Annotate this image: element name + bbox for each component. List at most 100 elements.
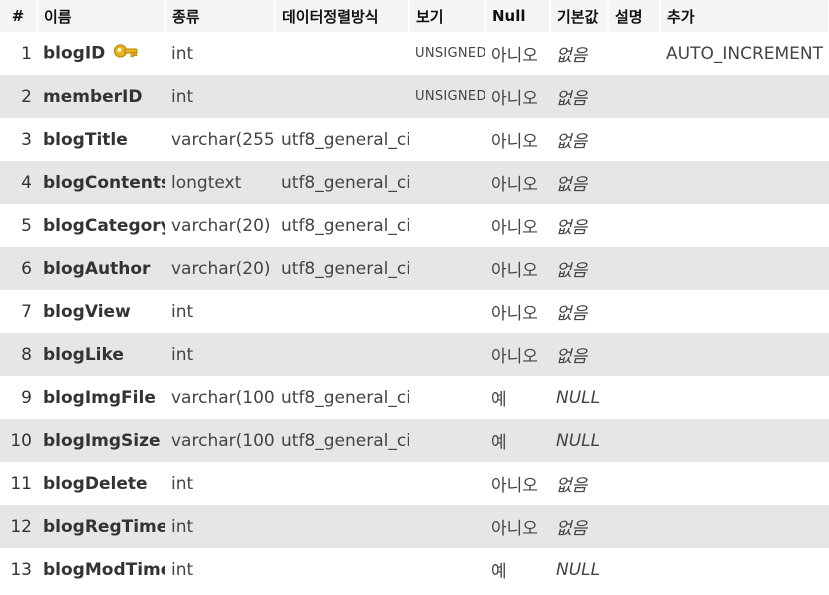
extra-cell: [660, 462, 829, 505]
default-cell: 없음: [550, 505, 608, 548]
comment-cell: [608, 32, 660, 75]
null-cell: 아니오: [485, 204, 550, 247]
table-row[interactable]: 9 blogImgFile varchar(100) utf8_general_ci 예…: [0, 376, 829, 419]
header-comment[interactable]: 설명: [608, 0, 661, 32]
extra-cell: [660, 505, 829, 548]
table-row[interactable]: 3 blogTitle varchar(255) utf8_general_ci 아니오…: [0, 118, 829, 161]
row-number: 8: [0, 333, 37, 376]
table-row[interactable]: 2 memberID int UNSIGNED 아니오 없음: [0, 75, 829, 118]
header-collation[interactable]: 데이터정렬방식: [275, 0, 410, 32]
header-number: #: [0, 0, 38, 32]
column-name-cell[interactable]: blogContents: [37, 161, 165, 204]
row-number: 6: [0, 247, 37, 290]
attributes-cell: [409, 290, 485, 333]
table-row[interactable]: 7 blogView int 아니오 없음: [0, 290, 829, 333]
comment-cell: [608, 290, 660, 333]
comment-cell: [608, 161, 660, 204]
collation-cell: [275, 548, 409, 591]
null-cell: 아니오: [485, 161, 550, 204]
collation-cell: [275, 75, 409, 118]
null-cell: 아니오: [485, 462, 550, 505]
column-name-cell[interactable]: blogDelete: [37, 462, 165, 505]
structure-table: # 이름 종류 데이터정렬방식 보기 Null 기본값 설명 추가 1 blogI…: [0, 0, 829, 591]
column-name-cell[interactable]: blogView: [37, 290, 165, 333]
row-number: 2: [0, 75, 37, 118]
attributes-cell: [409, 505, 485, 548]
column-name: blogLike: [43, 344, 124, 365]
table-row[interactable]: 12 blogRegTime int 아니오 없음: [0, 505, 829, 548]
column-name-cell[interactable]: blogImgSize: [37, 419, 165, 462]
type-cell: int: [165, 290, 275, 333]
null-cell: 예: [485, 548, 550, 591]
default-cell: 없음: [550, 462, 608, 505]
attributes-cell: [409, 419, 485, 462]
type-cell: varchar(100): [165, 419, 275, 462]
column-name-cell[interactable]: blogImgFile: [37, 376, 165, 419]
column-name: blogRegTime: [43, 516, 165, 537]
column-name-cell[interactable]: blogCategory: [37, 204, 165, 247]
attributes-cell: [409, 462, 485, 505]
default-cell: 없음: [550, 75, 608, 118]
row-number: 4: [0, 161, 37, 204]
comment-cell: [608, 204, 660, 247]
default-cell: 없음: [550, 161, 608, 204]
null-cell: 예: [485, 376, 550, 419]
default-cell: NULL: [550, 419, 608, 462]
column-name: blogImgFile: [43, 387, 156, 408]
primary-key-icon: [113, 40, 139, 67]
column-name: memberID: [43, 86, 143, 107]
comment-cell: [608, 75, 660, 118]
attributes-cell: UNSIGNED: [409, 75, 485, 118]
column-name-cell[interactable]: blogID: [37, 32, 165, 75]
column-name-cell[interactable]: memberID: [37, 75, 165, 118]
column-name: blogView: [43, 301, 131, 322]
table-row[interactable]: 10 blogImgSize varchar(100) utf8_general_ci…: [0, 419, 829, 462]
extra-cell: AUTO_INCREMENT: [660, 32, 829, 75]
table-row[interactable]: 13 blogModTime int 예 NULL: [0, 548, 829, 591]
collation-cell: [275, 290, 409, 333]
extra-cell: [660, 333, 829, 376]
type-cell: int: [165, 505, 275, 548]
default-cell: NULL: [550, 548, 608, 591]
table-row[interactable]: 4 blogContents longtext utf8_general_ci 아니오 없…: [0, 161, 829, 204]
collation-cell: utf8_general_ci: [275, 247, 409, 290]
table-row[interactable]: 6 blogAuthor varchar(20) utf8_general_ci 아니오…: [0, 247, 829, 290]
row-number: 11: [0, 462, 37, 505]
null-cell: 아니오: [485, 290, 550, 333]
collation-cell: [275, 32, 409, 75]
attributes-cell: [409, 204, 485, 247]
attributes-cell: [409, 548, 485, 591]
row-number: 5: [0, 204, 37, 247]
header-extra[interactable]: 추가: [660, 0, 829, 32]
header-name[interactable]: 이름: [37, 0, 166, 32]
row-number: 12: [0, 505, 37, 548]
column-name-cell[interactable]: blogTitle: [37, 118, 165, 161]
default-cell: 없음: [550, 290, 608, 333]
type-cell: int: [165, 462, 275, 505]
extra-cell: [660, 118, 829, 161]
attributes-cell: [409, 118, 485, 161]
row-number: 13: [0, 548, 37, 591]
extra-cell: [660, 419, 829, 462]
column-name-cell[interactable]: blogRegTime: [37, 505, 165, 548]
header-default[interactable]: 기본값: [550, 0, 609, 32]
table-row[interactable]: 8 blogLike int 아니오 없음: [0, 333, 829, 376]
collation-cell: utf8_general_ci: [275, 419, 409, 462]
column-name: blogModTime: [43, 559, 165, 580]
column-name-cell[interactable]: blogLike: [37, 333, 165, 376]
table-row[interactable]: 11 blogDelete int 아니오 없음: [0, 462, 829, 505]
header-null[interactable]: Null: [485, 0, 551, 32]
column-name: blogTitle: [43, 129, 128, 150]
table-row[interactable]: 1 blogID int UNSIGNED 아니오 없음 AUTO_INCREMENT: [0, 32, 829, 75]
collation-cell: utf8_general_ci: [275, 161, 409, 204]
null-cell: 아니오: [485, 505, 550, 548]
default-cell: 없음: [550, 118, 608, 161]
header-type[interactable]: 종류: [165, 0, 276, 32]
collation-cell: utf8_general_ci: [275, 376, 409, 419]
table-row[interactable]: 5 blogCategory varchar(20) utf8_general_ci 아…: [0, 204, 829, 247]
header-attributes[interactable]: 보기: [409, 0, 486, 32]
column-name-cell[interactable]: blogModTime: [37, 548, 165, 591]
column-name-cell[interactable]: blogAuthor: [37, 247, 165, 290]
row-number: 7: [0, 290, 37, 333]
null-cell: 아니오: [485, 333, 550, 376]
